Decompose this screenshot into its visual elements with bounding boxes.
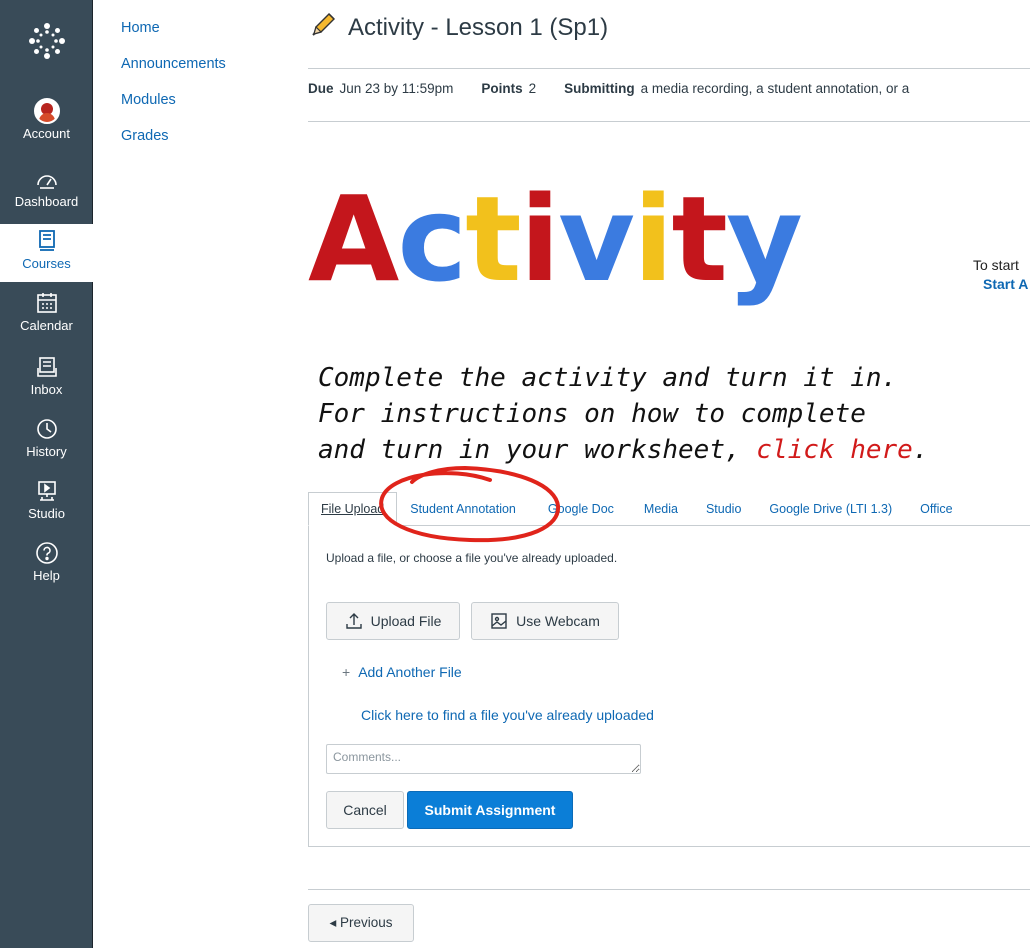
help-icon [34,540,60,566]
nav-help-label: Help [33,568,60,583]
use-webcam-button[interactable]: Use Webcam [471,602,619,640]
activity-letter: A [308,170,399,308]
nav-account-label: Account [23,126,70,141]
inbox-icon [34,354,60,380]
nav-studio[interactable]: Studio [0,478,93,530]
activity-letter: y [725,170,803,308]
nav-dashboard-label: Dashboard [14,194,79,209]
nav-dashboard[interactable]: Dashboard [0,166,93,218]
activity-letter: i [633,170,673,308]
history-icon [34,416,60,442]
account-avatar-icon [33,98,60,124]
nav-help[interactable]: Help [0,540,93,592]
course-nav-home[interactable]: Home [121,20,160,36]
calendar-icon [34,290,60,316]
tab-studio[interactable]: Studio [691,492,754,526]
activity-letter: t [671,170,728,308]
instructions-click-here-link[interactable]: click here [756,435,913,465]
tab-office[interactable]: Office [905,492,965,526]
add-another-file-label: Add Another File [358,664,462,680]
start-assignment-link[interactable]: Start A [983,276,1028,292]
tab-media[interactable]: Media [627,492,691,526]
instructions-line-2: For instructions on how to complete [318,399,866,429]
activity-letter: v [558,170,635,308]
plus-icon: + [342,664,351,680]
add-another-file-link[interactable]: + Add Another File [342,664,462,680]
activity-letter: i [519,170,560,308]
nav-history[interactable]: History [0,416,93,468]
nav-inbox[interactable]: Inbox [0,354,93,406]
upload-file-label: Upload File [370,613,442,629]
previous-button[interactable]: ◂ Previous [308,904,414,942]
nav-account[interactable]: Account [0,98,93,156]
studio-icon [34,478,60,504]
activity-letter: c [397,170,467,308]
find-uploaded-file-link[interactable]: Click here to find a file you've already… [361,707,654,723]
nav-calendar[interactable]: Calendar [0,290,93,344]
course-nav-modules[interactable]: Modules [121,92,176,108]
upload-icon [345,612,363,630]
instructions-line-3-end: . [912,435,929,465]
webcam-image-icon [490,612,508,630]
nav-courses[interactable]: Courses [0,224,93,282]
cancel-button[interactable]: Cancel [326,791,404,829]
divider [308,68,1030,69]
activity-instructions: Complete the activity and turn it in. Fo… [318,360,929,468]
nav-calendar-label: Calendar [20,318,73,333]
activity-letter: t [465,170,521,308]
page-title: Activity - Lesson 1 (Sp1) [348,13,609,41]
comments-field[interactable] [326,744,641,774]
global-nav: Account Dashboard Courses Calendar Inbox… [0,0,93,948]
assignment-details: Due Jun 23 by 11:59pm Points 2 Submitting a… [308,81,937,96]
course-nav-grades[interactable]: Grades [121,128,169,144]
dashboard-icon [34,166,60,192]
upload-file-button[interactable]: Upload File [326,602,460,640]
upload-hint: Upload a file, or choose a file you've a… [326,551,618,565]
nav-courses-label: Courses [22,256,71,271]
tab-google-drive[interactable]: Google Drive (LTI 1.3) [754,492,905,526]
nav-inbox-label: Inbox [30,382,63,397]
assignment-main: Activity - Lesson 1 (Sp1) Due Jun 23 by 1… [308,0,1030,948]
points-value: 2 [528,81,537,96]
pencil-icon [308,10,338,45]
assignment-header: Activity - Lesson 1 (Sp1) [308,10,608,45]
course-nav-announcements[interactable]: Announcements [121,56,226,72]
nav-studio-label: Studio [28,506,65,521]
canvas-logo-icon[interactable] [28,22,66,60]
due-label: Due [308,81,334,96]
due-value: Jun 23 by 11:59pm [339,81,454,96]
annotation-circle-icon [379,465,561,543]
activity-banner-word: Activity [308,180,803,298]
start-prompt-text: To start [973,257,1019,273]
use-webcam-label: Use Webcam [516,613,600,629]
submitting-label: Submitting [564,81,635,96]
nav-history-label: History [26,444,67,459]
points-label: Points [481,81,523,96]
divider [308,121,1030,122]
submit-assignment-button[interactable]: Submit Assignment [407,791,573,829]
instructions-line-1: Complete the activity and turn it in. [318,363,898,393]
submitting-value: a media recording, a student annotation,… [640,81,910,96]
courses-icon [34,228,60,254]
footer-divider [308,889,1030,890]
